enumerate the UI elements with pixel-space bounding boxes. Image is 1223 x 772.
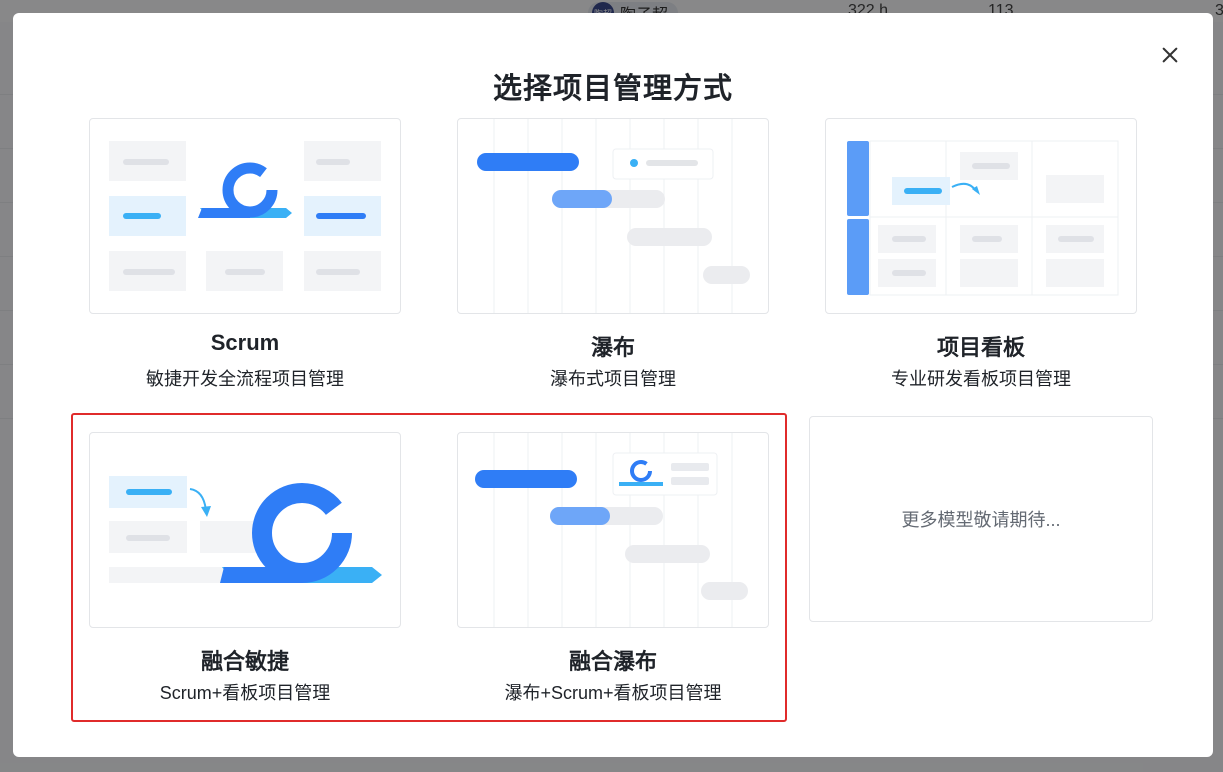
card-kanban-name: 项目看板	[936, 335, 1025, 360]
card-kanban-desc: 专业研发看板项目管理	[891, 369, 1071, 389]
card-scrum-desc: 敏捷开发全流程项目管理	[146, 369, 344, 389]
hybrid-agile-illustration	[89, 432, 401, 628]
card-hybrid-waterfall-name: 融合瀑布	[568, 649, 657, 674]
card-waterfall-name: 瀑布	[590, 335, 635, 360]
more-models-text: 更多模型敬请期待...	[901, 510, 1061, 530]
modal-title: 选择项目管理方式	[492, 73, 733, 105]
kanban-illustration	[825, 118, 1137, 314]
card-scrum-name: Scrum	[210, 330, 280, 355]
card-hybrid-agile-name: 融合敏捷	[200, 649, 289, 674]
hybrid-waterfall-illustration	[457, 432, 769, 628]
project-method-modal: 选择项目管理方式 Scrum 敏捷开发全流程项目管理 瀑布 瀑布式项目管理 项目…	[13, 13, 1213, 757]
more-models-placeholder: 更多模型敬请期待...	[809, 416, 1153, 622]
waterfall-illustration	[457, 118, 769, 314]
card-hybrid-agile-desc: Scrum+看板项目管理	[159, 683, 331, 703]
card-hybrid-waterfall-desc: 瀑布+Scrum+看板项目管理	[504, 683, 722, 703]
scrum-illustration	[89, 118, 401, 314]
card-waterfall-desc: 瀑布式项目管理	[550, 369, 676, 389]
close-icon[interactable]	[1158, 43, 1182, 67]
